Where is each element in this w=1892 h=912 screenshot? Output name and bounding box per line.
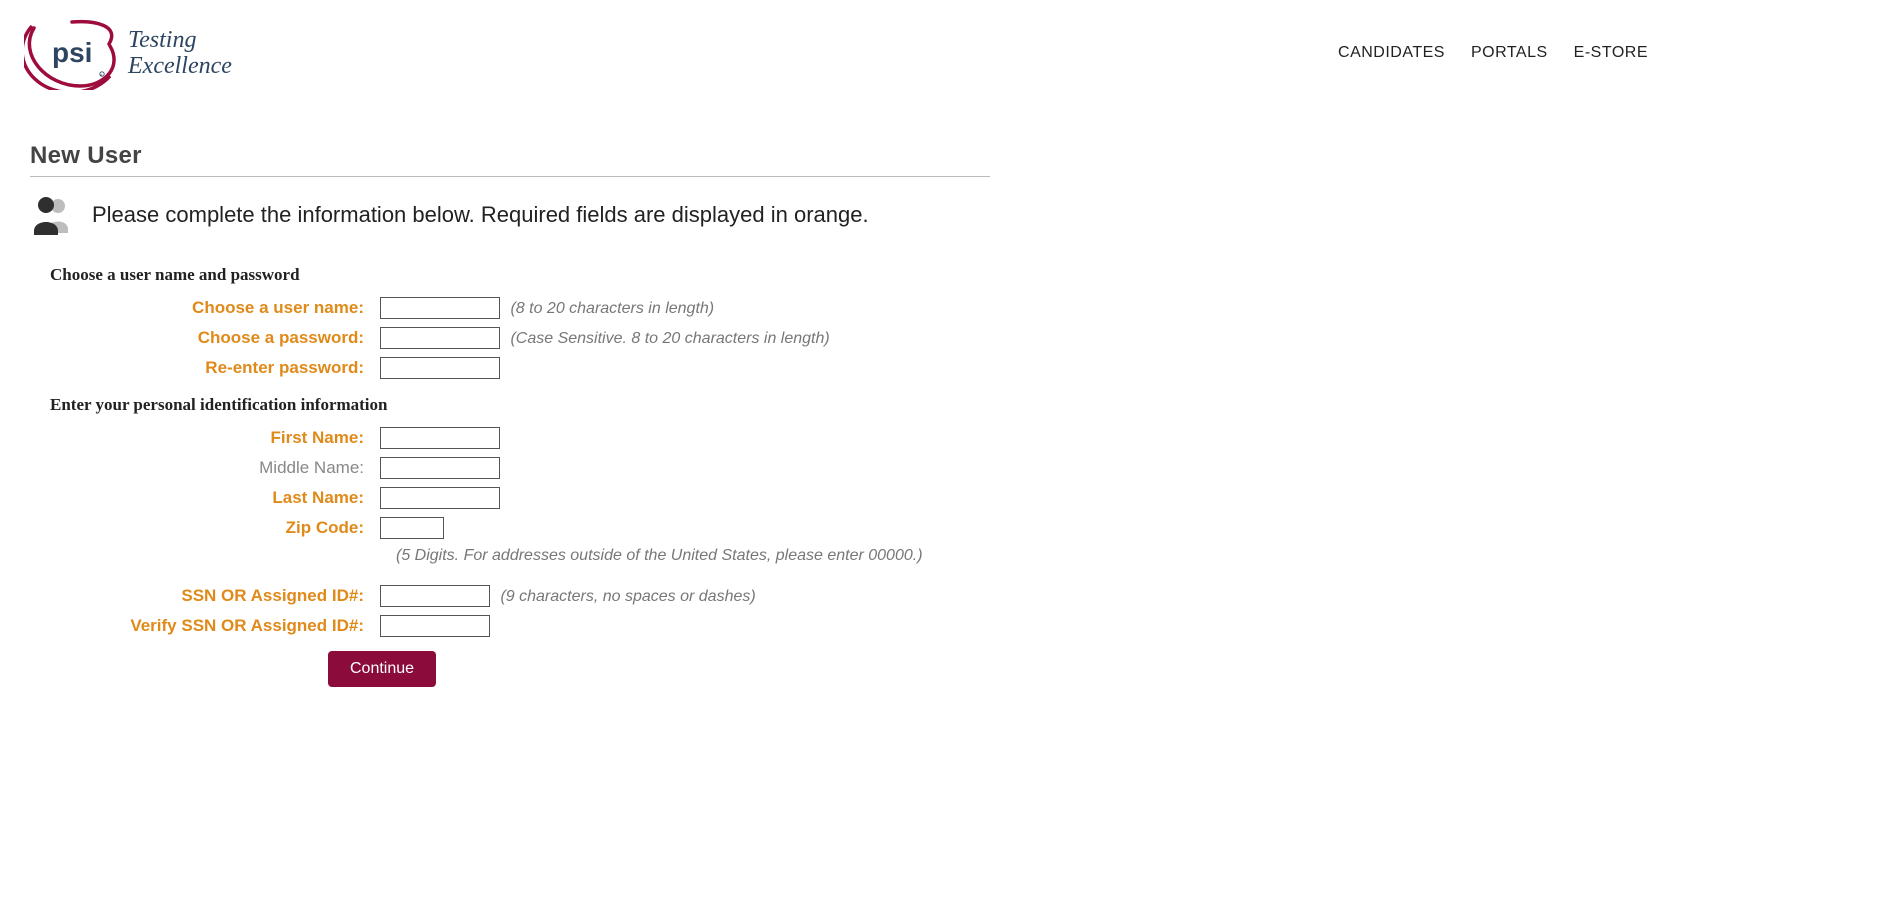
field-zip: Zip Code: (50, 517, 990, 539)
label-firstname: First Name: (50, 428, 380, 448)
label-middlename: Middle Name: (50, 458, 380, 478)
field-ssn2: Verify SSN OR Assigned ID#: (50, 615, 990, 637)
nav-candidates[interactable]: CANDIDATES (1338, 44, 1445, 62)
logo-tagline-line1: Testing (128, 27, 232, 53)
field-lastname: Last Name: (50, 487, 990, 509)
personal-form: First Name: Middle Name: Last Name: Zip … (50, 427, 990, 687)
hint-password: (Case Sensitive. 8 to 20 characters in l… (510, 330, 829, 347)
header: psi R Testing Excellence CANDIDATES PORT… (0, 0, 1892, 102)
psi-logo-icon: psi R (24, 16, 118, 90)
field-firstname: First Name: (50, 427, 990, 449)
field-middlename: Middle Name: (50, 457, 990, 479)
section-credentials-head: Choose a user name and password (50, 265, 990, 285)
input-firstname[interactable] (380, 427, 500, 449)
button-row: Continue (50, 651, 990, 687)
field-password: Choose a password: (Case Sensitive. 8 to… (50, 327, 990, 349)
input-ssn[interactable] (380, 585, 490, 607)
intro-text: Please complete the information below. R… (92, 202, 869, 228)
nav-estore[interactable]: E-STORE (1574, 44, 1648, 62)
logo-tagline-line2: Excellence (128, 53, 232, 79)
logo-tagline: Testing Excellence (128, 27, 232, 80)
input-middlename[interactable] (380, 457, 500, 479)
hint-zip-row: (5 Digits. For addresses outside of the … (50, 547, 990, 565)
label-ssn2: Verify SSN OR Assigned ID#: (50, 616, 380, 636)
label-zip: Zip Code: (50, 518, 380, 538)
label-username: Choose a user name: (50, 298, 380, 318)
field-ssn: SSN OR Assigned ID#: (9 characters, no s… (50, 585, 990, 607)
field-username: Choose a user name: (8 to 20 characters … (50, 297, 990, 319)
users-icon (30, 195, 74, 235)
input-password[interactable] (380, 327, 500, 349)
field-password2: Re-enter password: (50, 357, 990, 379)
logo[interactable]: psi R Testing Excellence (24, 16, 232, 90)
label-ssn: SSN OR Assigned ID#: (50, 586, 380, 606)
section-personal-head: Enter your personal identification infor… (50, 395, 990, 415)
nav-portals[interactable]: PORTALS (1471, 44, 1548, 62)
input-password2[interactable] (380, 357, 500, 379)
intro-row: Please complete the information below. R… (30, 195, 990, 235)
input-lastname[interactable] (380, 487, 500, 509)
hint-ssn: (9 characters, no spaces or dashes) (500, 588, 755, 605)
credentials-form: Choose a user name: (8 to 20 characters … (50, 297, 990, 379)
page-title: New User (30, 142, 990, 177)
continue-button[interactable]: Continue (328, 651, 436, 687)
main-content: New User Please complete the information… (0, 102, 1020, 727)
svg-text:psi: psi (52, 37, 92, 68)
nav: CANDIDATES PORTALS E-STORE (1338, 44, 1868, 62)
input-username[interactable] (380, 297, 500, 319)
label-password2: Re-enter password: (50, 358, 380, 378)
label-lastname: Last Name: (50, 488, 380, 508)
input-ssn2[interactable] (380, 615, 490, 637)
label-password: Choose a password: (50, 328, 380, 348)
hint-username: (8 to 20 characters in length) (510, 300, 714, 317)
input-zip[interactable] (380, 517, 444, 539)
hint-zip: (5 Digits. For addresses outside of the … (396, 547, 923, 565)
